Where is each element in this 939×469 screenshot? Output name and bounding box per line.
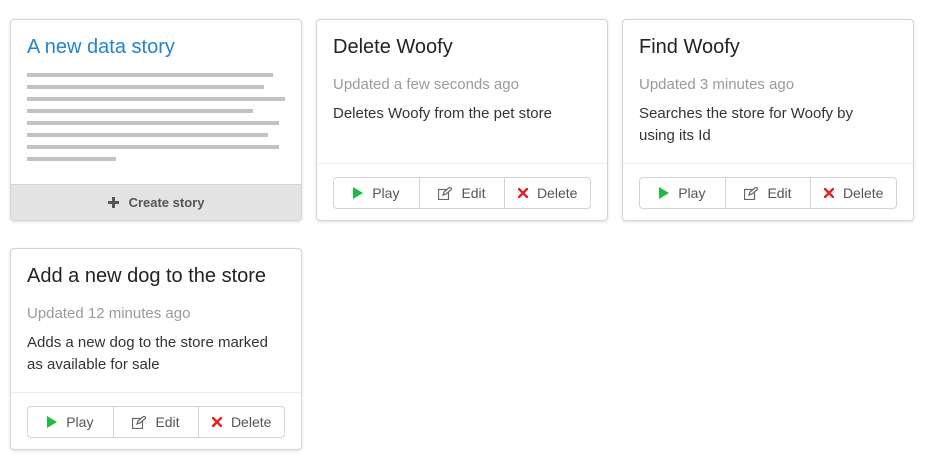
story-card: Find Woofy Updated 3 minutes ago Searche… <box>622 19 914 221</box>
create-story-button[interactable]: Create story <box>11 184 301 220</box>
edit-icon <box>132 415 147 429</box>
create-story-label: Create story <box>128 195 205 210</box>
new-story-title[interactable]: A new data story <box>27 36 285 58</box>
delete-label: Delete <box>842 185 884 201</box>
delete-label: Delete <box>230 414 272 430</box>
play-button[interactable]: Play <box>640 178 726 208</box>
card-divider <box>317 163 607 164</box>
play-icon <box>353 187 364 199</box>
close-icon <box>211 417 222 427</box>
play-button[interactable]: Play <box>334 178 420 208</box>
edit-label: Edit <box>461 185 486 201</box>
story-title[interactable]: Add a new dog to the store <box>27 265 285 287</box>
story-updated: Updated 12 minutes ago <box>27 305 191 322</box>
story-placeholder-lines <box>27 73 285 169</box>
edit-icon <box>438 186 453 200</box>
delete-label: Delete <box>536 185 578 201</box>
play-label: Play <box>678 185 706 201</box>
new-story-card[interactable]: A new data story Create story <box>10 19 302 221</box>
story-description: Deletes Woofy from the pet store <box>333 105 552 122</box>
edit-button[interactable]: Edit <box>726 178 812 208</box>
delete-button[interactable]: Delete <box>811 178 896 208</box>
play-icon <box>659 187 670 199</box>
edit-label: Edit <box>155 414 180 430</box>
play-label: Play <box>372 185 400 201</box>
story-card: Add a new dog to the store Updated 12 mi… <box>10 248 302 450</box>
delete-button[interactable]: Delete <box>199 407 284 437</box>
play-label: Play <box>66 414 94 430</box>
story-title[interactable]: Delete Woofy <box>333 36 591 58</box>
edit-button[interactable]: Edit <box>114 407 200 437</box>
edit-button[interactable]: Edit <box>420 178 506 208</box>
story-actions: Play Edit Delete <box>639 177 897 209</box>
story-card: Delete Woofy Updated a few seconds ago D… <box>316 19 608 221</box>
delete-button[interactable]: Delete <box>505 178 590 208</box>
play-icon <box>47 416 58 428</box>
story-title[interactable]: Find Woofy <box>639 36 897 58</box>
card-divider <box>623 163 913 164</box>
story-actions: Play Edit Delete <box>333 177 591 209</box>
close-icon <box>517 188 528 198</box>
edit-label: Edit <box>767 185 792 201</box>
play-button[interactable]: Play <box>28 407 114 437</box>
card-divider <box>11 392 301 393</box>
edit-icon <box>744 186 759 200</box>
story-updated: Updated a few seconds ago <box>333 76 519 93</box>
close-icon <box>823 188 834 198</box>
story-actions: Play Edit Delete <box>27 406 285 438</box>
plus-icon <box>107 197 119 208</box>
story-updated: Updated 3 minutes ago <box>639 76 795 93</box>
story-description: Adds a new dog to the store marked as av… <box>27 334 268 373</box>
story-description: Searches the store for Woofy by using it… <box>639 105 853 144</box>
